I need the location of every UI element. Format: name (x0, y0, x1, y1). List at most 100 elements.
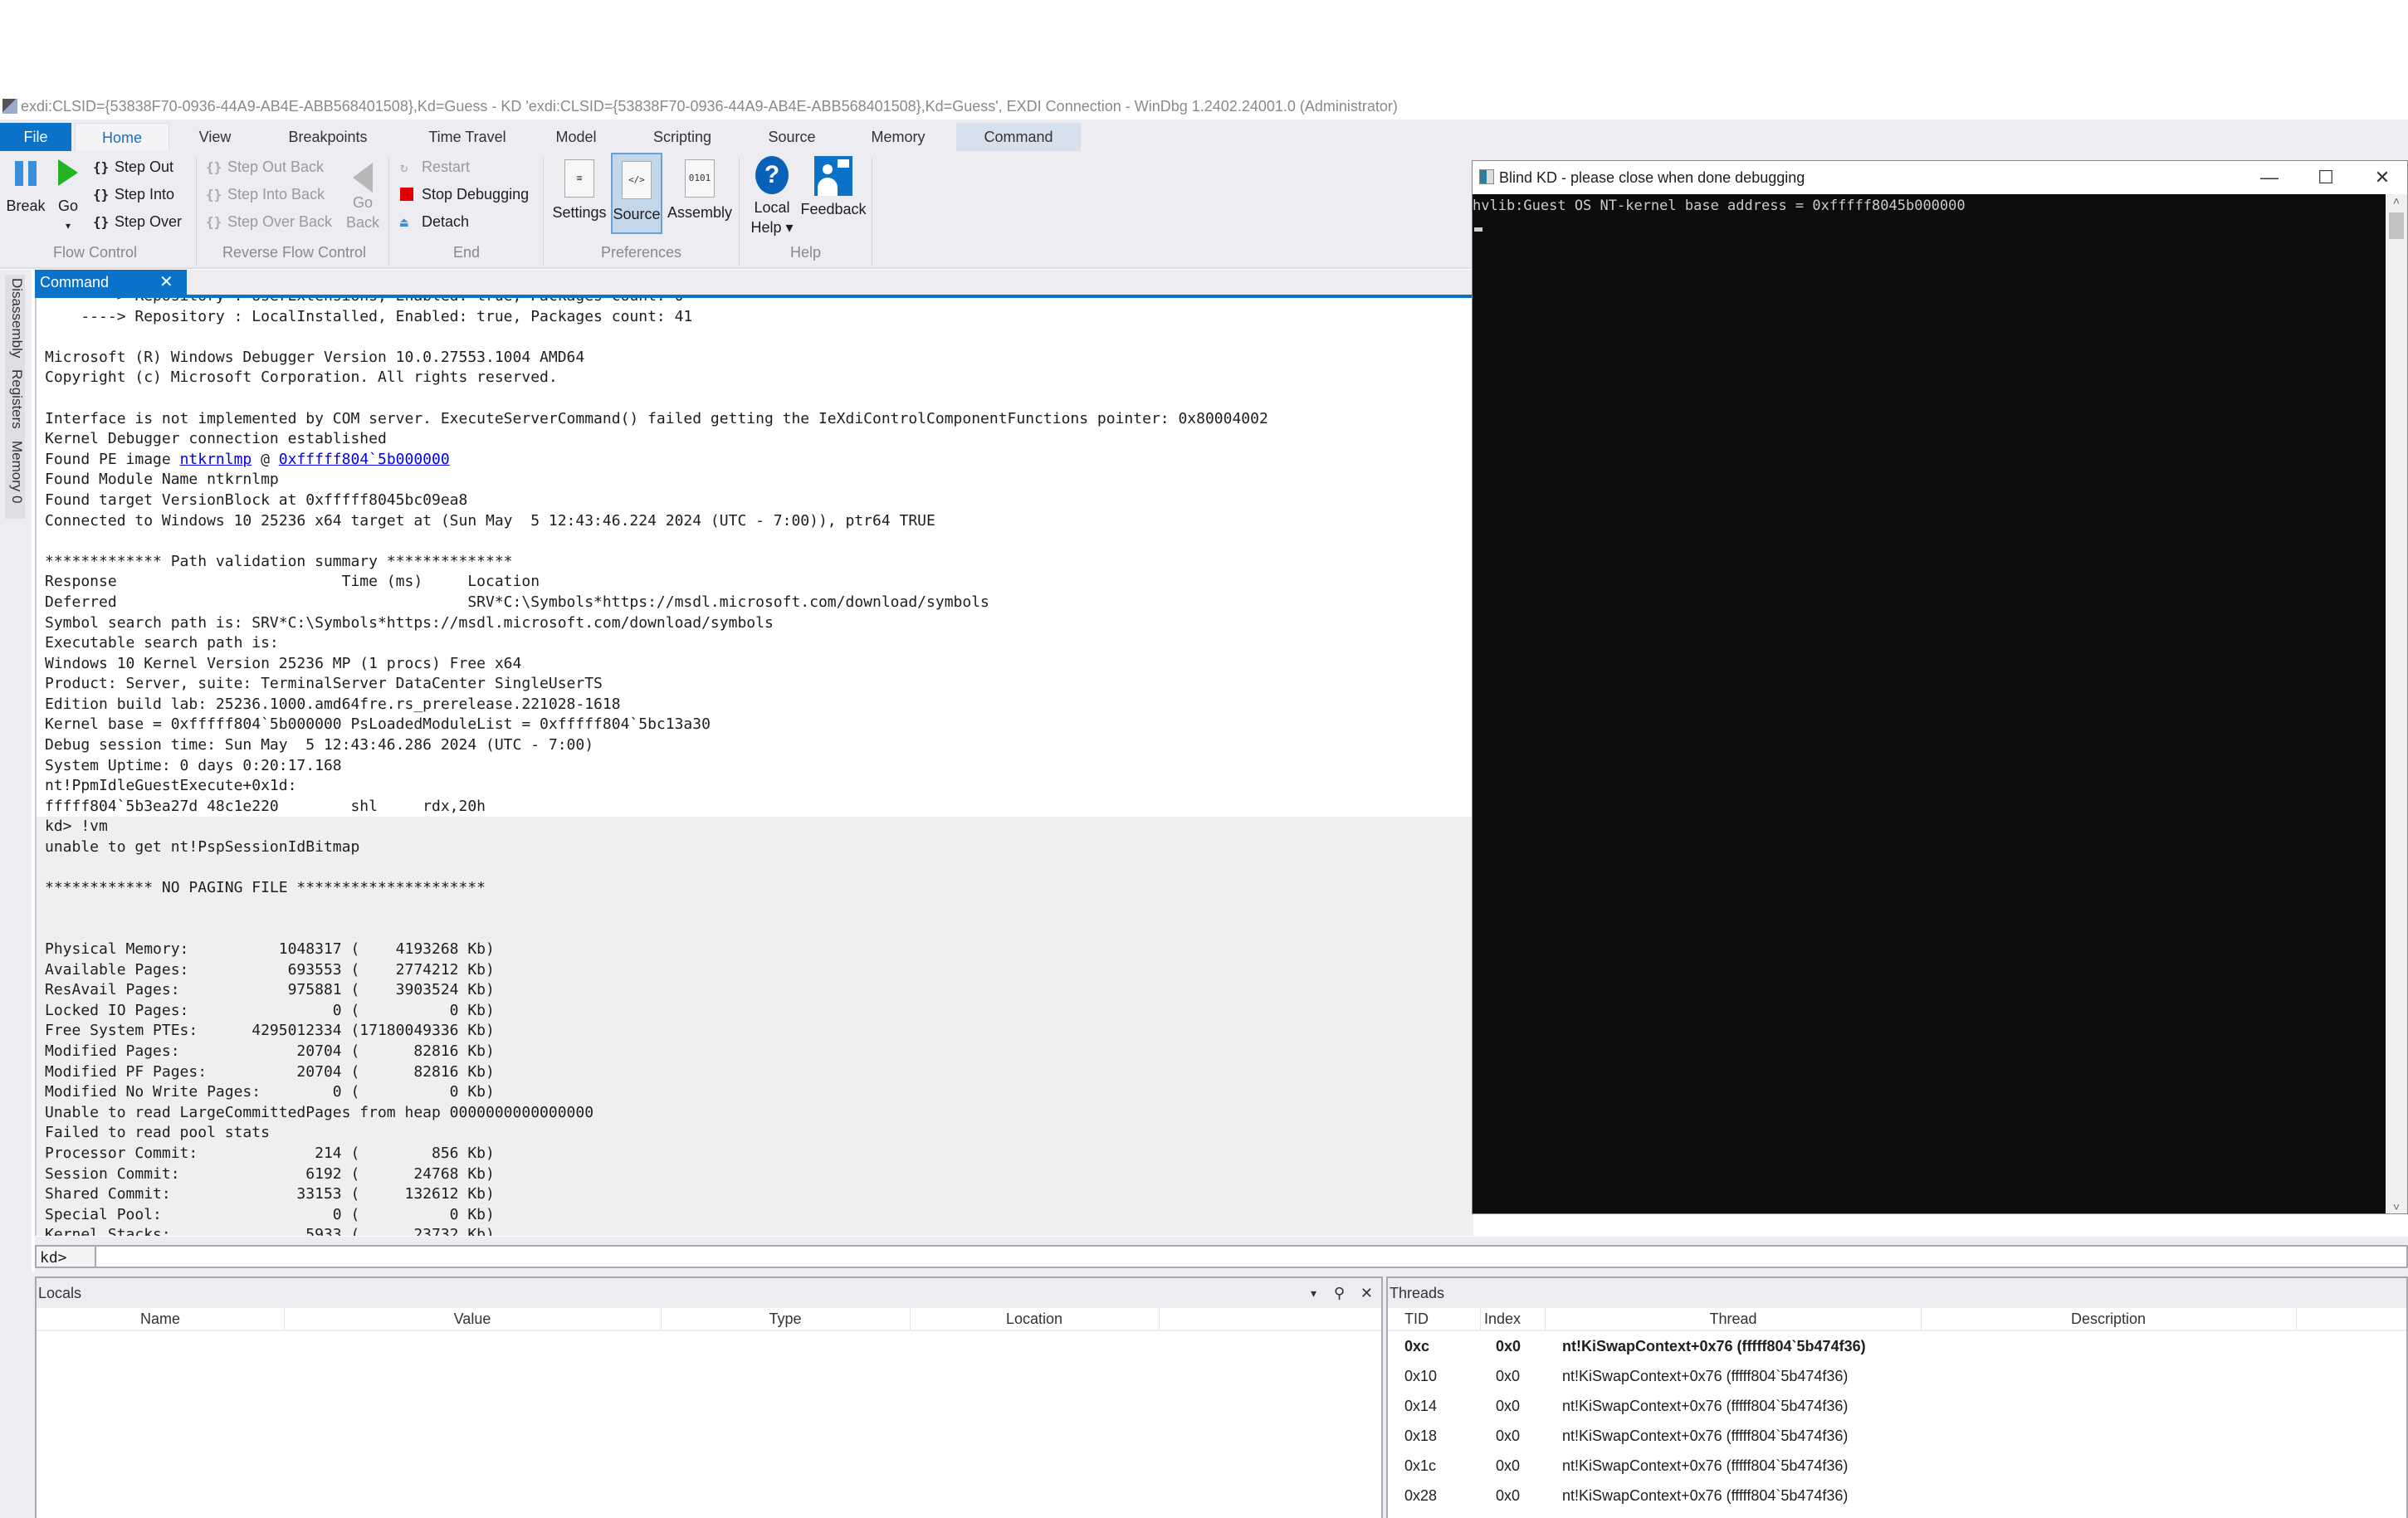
step-into-label: Step Into (115, 186, 175, 203)
column-description[interactable]: Description (1921, 1308, 2297, 1330)
step-into-button[interactable]: {} Step Into (93, 182, 174, 207)
tab-breakpoints[interactable]: Breakpoints (274, 123, 382, 151)
source-button[interactable]: </> Source (611, 153, 662, 234)
column-name[interactable]: Name (37, 1308, 285, 1330)
side-tab-registers[interactable]: Registers (5, 366, 25, 439)
restart-button[interactable]: ↻ Restart (400, 154, 470, 179)
preferences-group-label: Preferences (601, 244, 682, 261)
maximize-button[interactable]: ☐ (2301, 161, 2351, 194)
minimize-button[interactable]: — (2244, 161, 2294, 194)
go-button[interactable]: Go ▾ (51, 159, 85, 236)
tab-source[interactable]: Source (754, 123, 830, 151)
thread-index: 0x0 (1496, 1398, 1521, 1414)
locals-panel: Locals ▾ ⚲ ✕ Name Value Type Location (35, 1276, 1383, 1518)
close-icon[interactable]: ✕ (159, 270, 173, 295)
settings-button[interactable]: ≡ Settings (551, 159, 608, 222)
tab-command[interactable]: Command (956, 123, 1081, 151)
step-out-back-label: Step Out Back (227, 159, 325, 175)
local-help-button[interactable]: ? Local Help ▾ (747, 156, 797, 237)
blind-kd-title-bar[interactable]: Blind KD - please close when done debugg… (1473, 161, 2407, 194)
step-into-back-label: Step Into Back (227, 186, 325, 203)
close-icon[interactable]: ✕ (1360, 1278, 1373, 1308)
side-tab-disassembly[interactable]: Disassembly (5, 275, 25, 368)
end-group-label: End (453, 244, 481, 261)
address-link[interactable]: 0xfffff804`5b000000 (279, 451, 450, 468)
thread-index: 0x0 (1496, 1428, 1521, 1444)
step-over-button[interactable]: {} Step Over (93, 209, 182, 234)
pin-icon[interactable]: ⚲ (1334, 1278, 1345, 1308)
thread-tid: 0x18 (1404, 1428, 1438, 1444)
command-tab-label: Command (40, 274, 110, 290)
tab-file[interactable]: File (0, 123, 71, 151)
console-text: hvlib:Guest OS NT-kernel base address = … (1473, 198, 1966, 214)
thread-row[interactable]: 0xc 0x0 nt!KiSwapContext+0x76 (fffff804`… (1388, 1331, 2406, 1361)
thread-frame: nt!KiSwapContext+0x76 (fffff804`5b474f36… (1562, 1487, 1849, 1504)
command-tab-strip (35, 270, 1472, 298)
thread-row[interactable]: 0x14 0x0 nt!KiSwapContext+0x76 (fffff804… (1388, 1391, 2406, 1421)
go-back-button[interactable]: Go Back (342, 163, 383, 232)
go-back-label-1: Go (352, 194, 373, 211)
column-type[interactable]: Type (661, 1308, 911, 1330)
step-into-back-button[interactable]: {} Step Into Back (206, 182, 325, 207)
scrollbar-thumb[interactable] (2389, 212, 2404, 239)
column-tid[interactable]: TID (1388, 1308, 1481, 1330)
console-scrollbar[interactable]: ˄ ˅ (2386, 194, 2407, 1213)
tab-scripting[interactable]: Scripting (641, 123, 724, 151)
help-group-label: Help (790, 244, 822, 261)
tab-model[interactable]: Model (543, 123, 609, 151)
tab-command-window[interactable]: Command ✕ (35, 270, 187, 295)
side-tab-memory-0[interactable]: Memory 0 (5, 437, 25, 519)
detach-label: Detach (422, 213, 470, 230)
step-over-back-button[interactable]: {} Step Over Back (206, 209, 332, 234)
step-out-back-button[interactable]: {} Step Out Back (206, 154, 324, 179)
thread-row[interactable]: 0x18 0x0 nt!KiSwapContext+0x76 (fffff804… (1388, 1421, 2406, 1451)
thread-index: 0x0 (1496, 1457, 1521, 1474)
scroll-up-icon[interactable]: ˄ (2386, 194, 2407, 207)
blind-kd-console-window: Blind KD - please close when done debugg… (1472, 160, 2408, 1214)
threads-panel-title: Threads (1390, 1285, 1445, 1301)
command-output[interactable]: ----> Repository : UserExtensions, Enabl… (35, 298, 1473, 1236)
step-over-icon: {} (93, 214, 110, 230)
reverse-flow-control-group-label: Reverse Flow Control (222, 244, 367, 261)
tab-time-travel[interactable]: Time Travel (413, 123, 521, 151)
threads-list: 0xc 0x0 nt!KiSwapContext+0x76 (fffff804`… (1388, 1331, 2406, 1511)
break-button[interactable]: Break (3, 161, 48, 216)
restart-label: Restart (422, 159, 471, 175)
thread-row[interactable]: 0x10 0x0 nt!KiSwapContext+0x76 (fffff804… (1388, 1361, 2406, 1391)
break-label: Break (6, 198, 46, 214)
assembly-button[interactable]: 0101 Assembly (666, 159, 734, 222)
flow-control-group-label: Flow Control (53, 244, 138, 261)
tab-memory[interactable]: Memory (858, 123, 938, 151)
detach-button[interactable]: ⏏ Detach (400, 209, 469, 234)
found-pe-line: Found PE image ntkrnlmp @ 0xfffff804`5b0… (37, 450, 1473, 471)
thread-tid: 0x10 (1404, 1368, 1438, 1384)
module-link[interactable]: ntkrnlmp (180, 451, 252, 468)
column-value[interactable]: Value (284, 1308, 662, 1330)
ribbon-separator (196, 158, 197, 266)
command-input[interactable] (96, 1245, 2408, 1268)
thread-tid: 0xc (1404, 1338, 1430, 1354)
go-dropdown-icon[interactable]: ▾ (51, 216, 85, 236)
column-index[interactable]: Index (1481, 1308, 1546, 1330)
tab-view[interactable]: View (184, 123, 246, 151)
dropdown-icon[interactable]: ▾ (1311, 1278, 1316, 1308)
scroll-down-icon[interactable]: ˅ (2386, 1200, 2407, 1213)
thread-row[interactable]: 0x1c 0x0 nt!KiSwapContext+0x76 (fffff804… (1388, 1451, 2406, 1481)
feedback-button[interactable]: Feedback (799, 156, 868, 219)
thread-index: 0x0 (1496, 1338, 1521, 1354)
locals-column-header: Name Value Type Location (37, 1308, 1381, 1331)
console-app-icon (1479, 169, 1494, 184)
thread-tid: 0x1c (1404, 1457, 1437, 1474)
stop-debugging-button[interactable]: Stop Debugging (400, 182, 529, 207)
console-output[interactable]: hvlib:Guest OS NT-kernel base address = … (1473, 194, 2386, 1213)
tab-home[interactable]: Home (75, 123, 169, 152)
ribbon-separator (388, 158, 389, 266)
step-out-button[interactable]: {} Step Out (93, 154, 173, 179)
close-button[interactable]: ✕ (2357, 161, 2407, 194)
column-location[interactable]: Location (910, 1308, 1160, 1330)
column-thread[interactable]: Thread (1546, 1308, 1922, 1330)
thread-row[interactable]: 0x28 0x0 nt!KiSwapContext+0x76 (fffff804… (1388, 1481, 2406, 1511)
stop-debugging-label: Stop Debugging (422, 186, 530, 203)
ribbon-separator (739, 158, 740, 266)
thread-frame: nt!KiSwapContext+0x76 (fffff804`5b474f36… (1562, 1428, 1849, 1444)
